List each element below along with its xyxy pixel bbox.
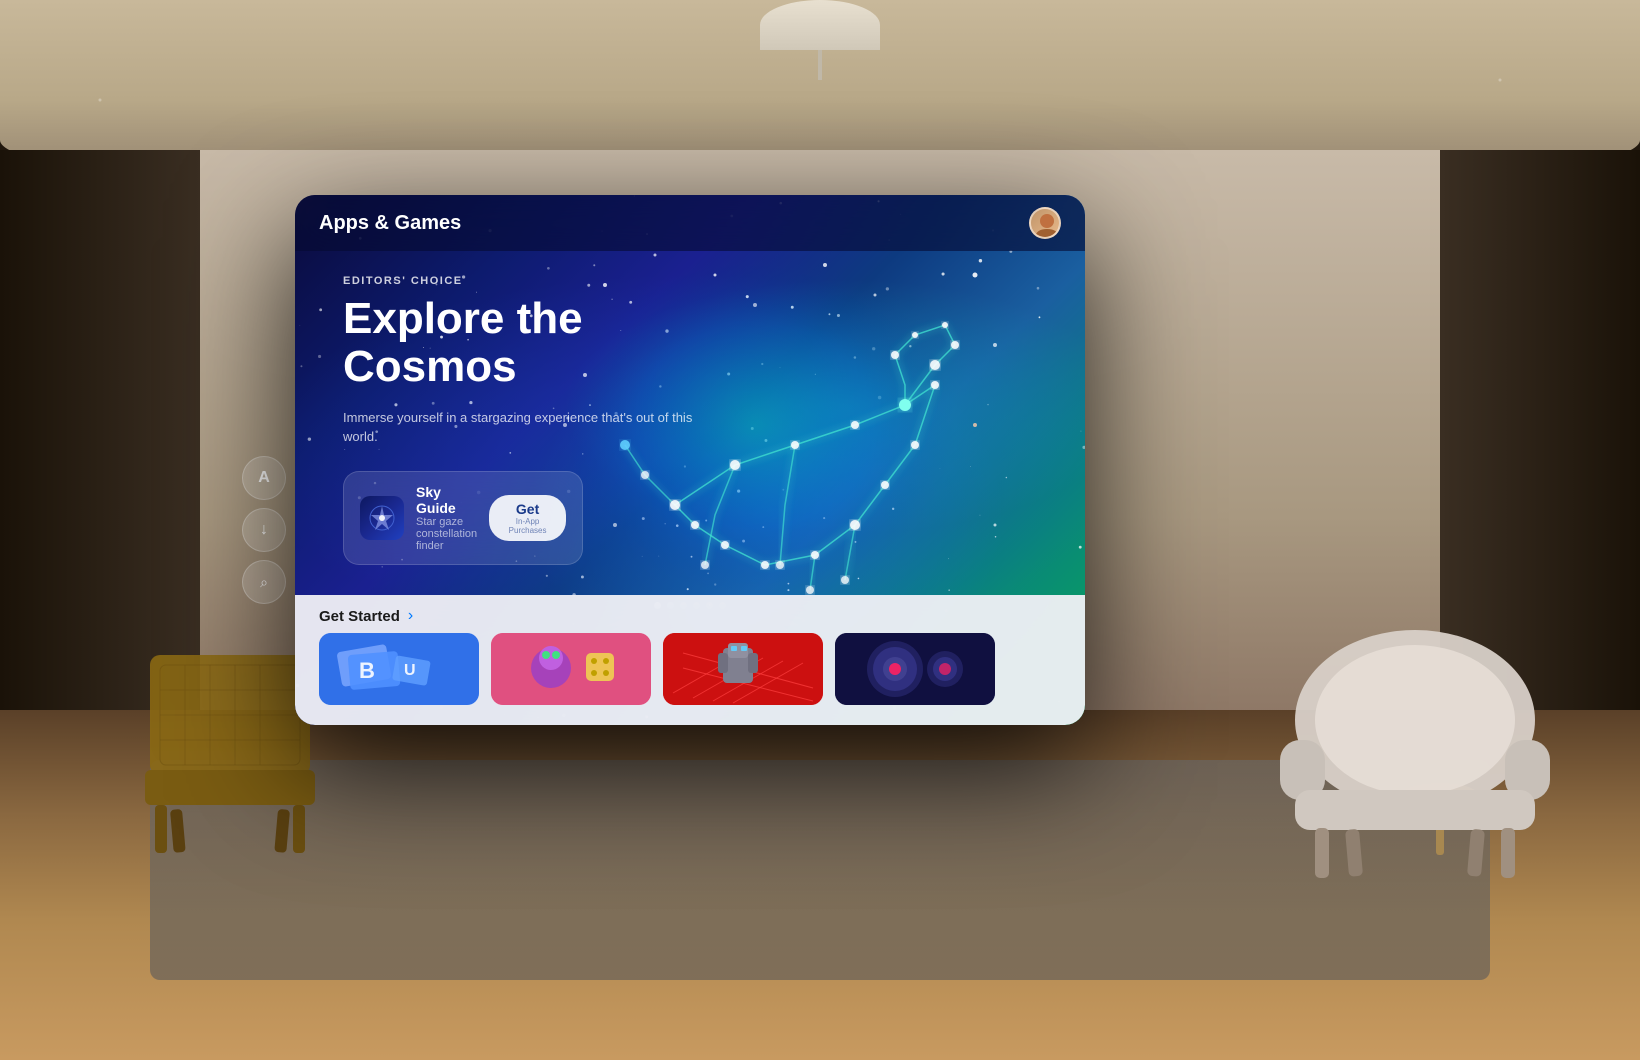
hero-title-line1: Explore the xyxy=(343,295,703,343)
editors-choice-badge: EDITORS' CHOICE xyxy=(343,275,703,287)
get-started-arrow-icon[interactable]: › xyxy=(408,607,413,625)
get-started-header: Get Started › xyxy=(295,595,1085,633)
app-icon xyxy=(360,496,404,540)
app-subtitle: Star gaze constellation finder xyxy=(416,516,477,552)
user-avatar[interactable] xyxy=(1029,207,1061,239)
search-toolbar-button[interactable]: ⌕ xyxy=(242,560,286,604)
apps-toolbar-button[interactable]: A xyxy=(242,456,286,500)
thumbnail-1[interactable]: B U xyxy=(319,633,479,705)
svg-text:B: B xyxy=(359,658,375,683)
get-started-title: Get Started xyxy=(319,608,400,625)
svg-text:U: U xyxy=(404,662,416,679)
app-card[interactable]: Sky Guide Star gaze constellation finder… xyxy=(343,471,583,565)
app-info: Sky Guide Star gaze constellation finder xyxy=(416,484,477,552)
thumbnail-2[interactable] xyxy=(491,633,651,705)
ceiling-lamp-shade xyxy=(760,0,880,50)
hero-content: EDITORS' CHOICE Explore the Cosmos Immer… xyxy=(343,275,703,565)
ceiling-lamp-cord xyxy=(818,50,822,80)
bottom-section: Get Started › B U xyxy=(295,595,1085,725)
get-button[interactable]: Get In-App Purchases xyxy=(489,495,566,541)
app-name: Sky Guide xyxy=(416,484,477,516)
app-thumbnails: B U xyxy=(295,633,1085,705)
apps-icon: A xyxy=(258,469,270,487)
download-toolbar-button[interactable]: ↓ xyxy=(242,508,286,552)
ceiling-lamp xyxy=(760,0,880,80)
armchair-right xyxy=(1275,620,1555,885)
page-title: Apps & Games xyxy=(319,212,461,235)
thumbnail-3[interactable] xyxy=(663,633,823,705)
download-icon: ↓ xyxy=(260,521,268,539)
app-icon-inner xyxy=(360,496,404,540)
side-toolbar: A ↓ ⌕ xyxy=(242,456,286,604)
hero-description: Immerse yourself in a stargazing experie… xyxy=(343,408,703,447)
hero-title-line2: Cosmos xyxy=(343,343,703,391)
header-bar: Apps & Games xyxy=(295,195,1085,251)
search-icon: ⌕ xyxy=(260,574,268,591)
get-button-sublabel: In-App Purchases xyxy=(505,517,550,535)
thumbnail-4[interactable] xyxy=(835,633,995,705)
get-button-label: Get xyxy=(516,501,539,517)
app-window: Apps & Games EDITORS' CHOICE Explore the… xyxy=(295,195,1085,725)
hero-banner: Apps & Games EDITORS' CHOICE Explore the… xyxy=(295,195,1085,725)
